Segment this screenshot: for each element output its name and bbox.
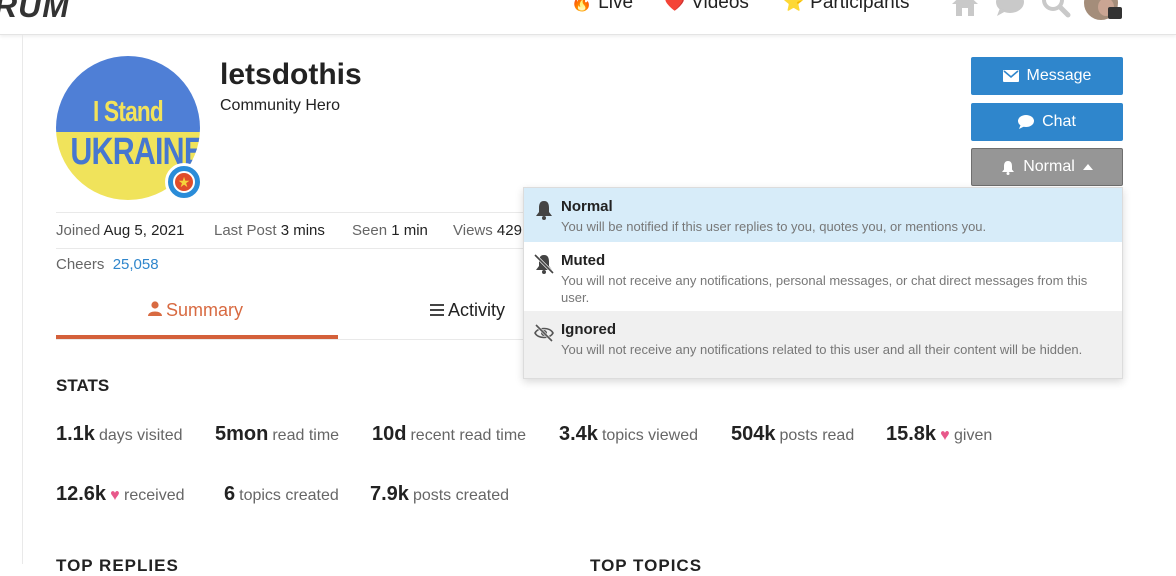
- site-header: RUM 🔥 Live ❤️ Videos ⭐ Participants: [0, 0, 1176, 35]
- stat-recent-read-time: 10d recent read time: [372, 423, 527, 445]
- eye-slash-icon: [534, 323, 554, 343]
- star-icon: ⭐: [783, 0, 805, 12]
- profile-username: letsdothis: [220, 58, 362, 91]
- top-topics-heading: TOP TOPICS: [590, 556, 703, 575]
- avatar-text-line2: UKRAINE: [70, 131, 200, 173]
- star-icon: ★: [173, 171, 195, 193]
- media-badge-icon: [1108, 7, 1122, 19]
- chat-bubble-icon[interactable]: [994, 0, 1026, 18]
- tabs-divider: [56, 339, 526, 340]
- menu-item-title: Ignored: [561, 321, 616, 338]
- stat-likes-received: 12.6k ♥ received: [56, 483, 185, 505]
- nav-live-label: Live: [598, 0, 634, 13]
- last-post-stat: Last Post 3 mins: [214, 222, 325, 239]
- home-icon[interactable]: [950, 0, 980, 18]
- caret-up-icon: [1082, 164, 1093, 170]
- seen-stat: Seen 1 min: [352, 222, 428, 239]
- nav-videos[interactable]: ❤️ Videos: [664, 0, 749, 14]
- notification-level-button[interactable]: Normal: [971, 148, 1123, 186]
- tab-activity[interactable]: Activity: [430, 300, 505, 321]
- user-icon: [148, 301, 162, 316]
- menu-item-muted[interactable]: Muted You will not receive any notificat…: [524, 242, 1122, 311]
- meta-divider: [56, 212, 526, 213]
- menu-item-title: Normal: [561, 198, 613, 215]
- envelope-icon: [1002, 70, 1019, 82]
- bell-slash-icon: [534, 254, 554, 274]
- user-flair-badge: ★: [165, 163, 203, 201]
- list-icon: [430, 304, 444, 316]
- chat-button[interactable]: Chat: [971, 103, 1123, 141]
- bell-icon: [1002, 160, 1015, 175]
- top-replies-heading: TOP REPLIES: [56, 556, 179, 575]
- heart-icon: ❤️: [664, 0, 686, 12]
- tab-summary[interactable]: Summary: [148, 300, 243, 321]
- chat-bubble-icon: [1018, 115, 1035, 129]
- heart-icon: ♥: [110, 487, 120, 504]
- fire-icon: 🔥: [571, 0, 593, 12]
- search-icon[interactable]: [1041, 0, 1071, 18]
- stat-likes-given: 15.8k ♥ given: [886, 423, 993, 445]
- joined-stat: Joined Aug 5, 2021: [56, 222, 185, 239]
- menu-item-description: You will not receive any notifications r…: [561, 342, 1083, 357]
- nav-participants[interactable]: ⭐ Participants: [783, 0, 909, 14]
- bell-icon: [536, 201, 552, 220]
- heart-icon: ♥: [940, 427, 950, 444]
- message-button[interactable]: Message: [971, 57, 1123, 95]
- profile-title: Community Hero: [220, 97, 341, 114]
- tab-summary-label: Summary: [166, 300, 244, 320]
- stat-topics-viewed: 3.4k topics viewed: [559, 423, 698, 445]
- views-stat: Views 429: [453, 222, 522, 239]
- stat-posts-created: 7.9k posts created: [370, 483, 509, 505]
- stat-days-visited: 1.1k days visited: [56, 423, 183, 445]
- site-logo[interactable]: RUM: [0, 0, 70, 25]
- message-button-label: Message: [1026, 67, 1092, 84]
- menu-item-normal[interactable]: Normal You will be notified if this user…: [524, 188, 1122, 242]
- meta-divider: [56, 248, 526, 249]
- menu-item-description: You will not receive any notifications, …: [561, 273, 1088, 305]
- menu-item-ignored[interactable]: Ignored You will not receive any notific…: [524, 311, 1122, 378]
- notification-level-menu: Normal You will be notified if this user…: [523, 187, 1123, 379]
- stat-topics-created: 6 topics created: [224, 483, 339, 505]
- cheers-stat: Cheers 25,058: [56, 256, 159, 273]
- nav-videos-label: Videos: [691, 0, 749, 13]
- tab-activity-label: Activity: [448, 300, 506, 320]
- menu-item-title: Muted: [561, 252, 606, 269]
- chat-button-label: Chat: [1042, 113, 1076, 130]
- notification-level-label: Normal: [1023, 158, 1075, 175]
- page-divider: [22, 35, 23, 564]
- nav-participants-label: Participants: [810, 0, 910, 13]
- stats-heading: STATS: [56, 376, 110, 395]
- nav-live[interactable]: 🔥 Live: [571, 0, 633, 14]
- menu-item-description: You will be notified if this user replie…: [561, 219, 987, 234]
- stat-posts-read: 504k posts read: [731, 423, 855, 445]
- stat-read-time: 5mon read time: [215, 423, 340, 445]
